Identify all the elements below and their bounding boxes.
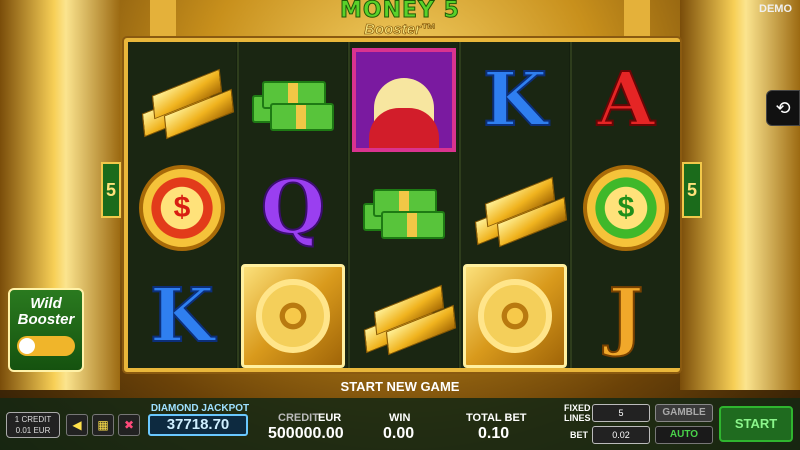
total-bet-value: 0.10 [478,425,510,442]
reel-3 [350,42,458,368]
reel-2: Q [239,42,347,368]
vault-symbol [463,264,567,368]
win-value: 0.00 [383,425,415,442]
close-button[interactable]: ✖ [118,414,140,436]
demo-label: DEMO [759,3,792,15]
bet-label: BET [570,430,588,440]
credit-value: 500000.00 [268,425,344,442]
credit-denomination-line1: 1 CREDIT [14,415,52,424]
reel-5: A $ J [572,42,680,368]
letter-a-symbol: A [596,57,655,143]
wild-booster-toggle[interactable] [17,336,75,356]
letter-k-symbol: K [149,273,215,359]
status-message: START NEW GAME [340,379,460,394]
fixed-lines-label-2: LINES [564,413,591,423]
speaker-icon: ◀ [72,418,82,432]
logo-subtitle: Booster™ [364,21,436,38]
fixed-lines-label-1: FIXED [564,403,591,413]
win-label: WIN [389,412,411,424]
currency-label: EUR [318,412,342,424]
line-marker-left: 5 [101,162,121,218]
credit-denomination-button[interactable]: 1 CREDIT 0.01 EUR [6,412,60,438]
reel-4: K [461,42,569,368]
vault-symbol [241,264,345,368]
paytable-button[interactable]: ▦ [92,414,114,436]
letter-k-symbol: K [482,57,548,143]
credit-denomination-line2: 0.01 EUR [15,426,51,435]
credit-label: CREDIT [278,412,319,424]
gold-bars-symbol [463,156,568,260]
reel-1: $ K [128,42,236,368]
letter-q-symbol: Q [260,165,326,251]
grid-icon: ▦ [97,418,109,432]
total-bet-label: TOTAL BET [466,412,527,424]
wild-booster-title-2: Booster [17,311,75,328]
reels-area: $ K Q K A $ J [124,38,680,372]
line-marker-right: 5 [682,162,702,218]
fixed-lines-value: 5 [592,404,650,422]
letter-j-symbol: J [607,273,644,359]
cash-stack-symbol [352,156,456,260]
logo-title: MONEY 5 [340,0,460,23]
jackpot-label: DIAMOND JACKPOT [150,403,250,414]
jackpot-value: 37718.70 [148,414,248,436]
close-x-icon: ✖ [123,418,135,432]
scatter-red-symbol: $ [130,156,234,260]
history-icon: ⟲ [775,97,791,118]
gold-bars-symbol [130,48,235,152]
wild-booster-title-1: Wild [30,295,62,312]
auto-button[interactable]: AUTO [655,426,713,444]
start-button[interactable]: START [719,406,793,442]
blonde-woman-symbol [352,48,456,152]
bet-value-selector[interactable]: 0.02 [592,426,650,444]
history-button[interactable]: ⟲ [766,90,800,126]
wild-booster-panel: Wild Booster [8,288,84,372]
sound-button[interactable]: ◀ [66,414,88,436]
scatter-green-symbol: $ [574,156,678,260]
cash-stack-symbol [241,48,345,152]
game-logo: MONEY 5 Booster™ [330,0,470,40]
gold-bars-symbol [352,264,457,368]
gamble-button[interactable]: GAMBLE [655,404,713,422]
